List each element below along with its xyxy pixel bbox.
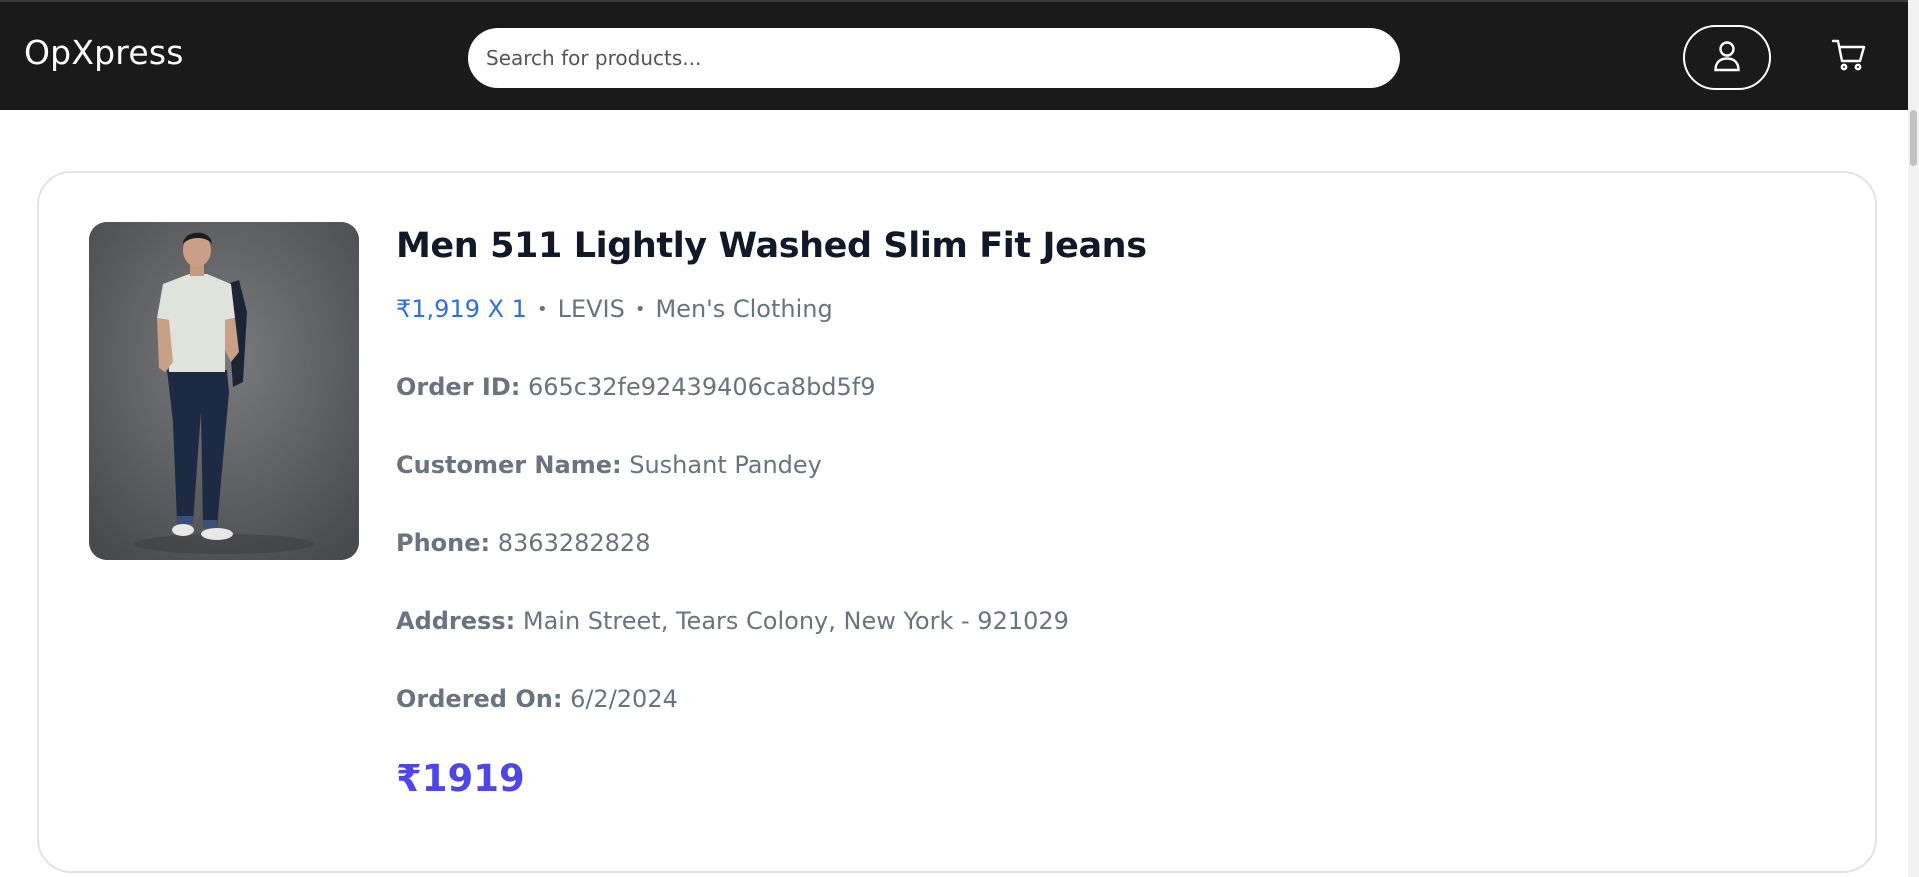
- top-navbar: OpXpress: [0, 0, 1919, 110]
- phone-value: 8363282828: [497, 529, 651, 557]
- ordered-on-value: 6/2/2024: [570, 685, 678, 713]
- order-total: ₹1919: [396, 757, 525, 800]
- order-id-label: Order ID:: [396, 373, 521, 401]
- order-id-value: 665c32fe92439406ca8bd5f9: [527, 373, 876, 401]
- product-category: Men's Clothing: [655, 295, 833, 323]
- page-scrollbar[interactable]: [1908, 0, 1919, 877]
- product-meta: ₹1,919 X 1 • LEVIS • Men's Clothing: [396, 295, 1796, 323]
- address-row: Address: Main Street, Tears Colony, New …: [396, 607, 1796, 635]
- scrollbar-thumb[interactable]: [1910, 110, 1917, 166]
- meta-separator: •: [536, 298, 548, 320]
- phone-label: Phone:: [396, 529, 491, 557]
- brand-logo[interactable]: OpXpress: [24, 36, 184, 69]
- search-input[interactable]: [468, 28, 1400, 88]
- phone-row: Phone: 8363282828: [396, 529, 1796, 557]
- ordered-on-label: Ordered On:: [396, 685, 563, 713]
- customer-name-label: Customer Name:: [396, 451, 622, 479]
- order-id-row: Order ID: 665c32fe92439406ca8bd5f9: [396, 373, 1796, 401]
- product-image: [89, 222, 359, 560]
- meta-separator: •: [634, 298, 646, 320]
- order-card: Men 511 Lightly Washed Slim Fit Jeans ₹1…: [37, 171, 1877, 873]
- price-quantity: ₹1,919 X 1: [396, 295, 527, 323]
- cart-button[interactable]: [1828, 36, 1870, 78]
- ordered-on-row: Ordered On: 6/2/2024: [396, 685, 1796, 713]
- product-brand: LEVIS: [557, 295, 625, 323]
- product-title: Men 511 Lightly Washed Slim Fit Jeans: [396, 226, 1147, 266]
- address-value: Main Street, Tears Colony, New York - 92…: [522, 607, 1069, 635]
- customer-name-value: Sushant Pandey: [629, 451, 822, 479]
- address-label: Address:: [396, 607, 516, 635]
- customer-name-row: Customer Name: Sushant Pandey: [396, 451, 1796, 479]
- order-details: Men 511 Lightly Washed Slim Fit Jeans ₹1…: [396, 225, 1796, 800]
- cart-icon: [1831, 37, 1867, 77]
- account-button[interactable]: [1683, 25, 1771, 90]
- user-icon: [1712, 39, 1742, 77]
